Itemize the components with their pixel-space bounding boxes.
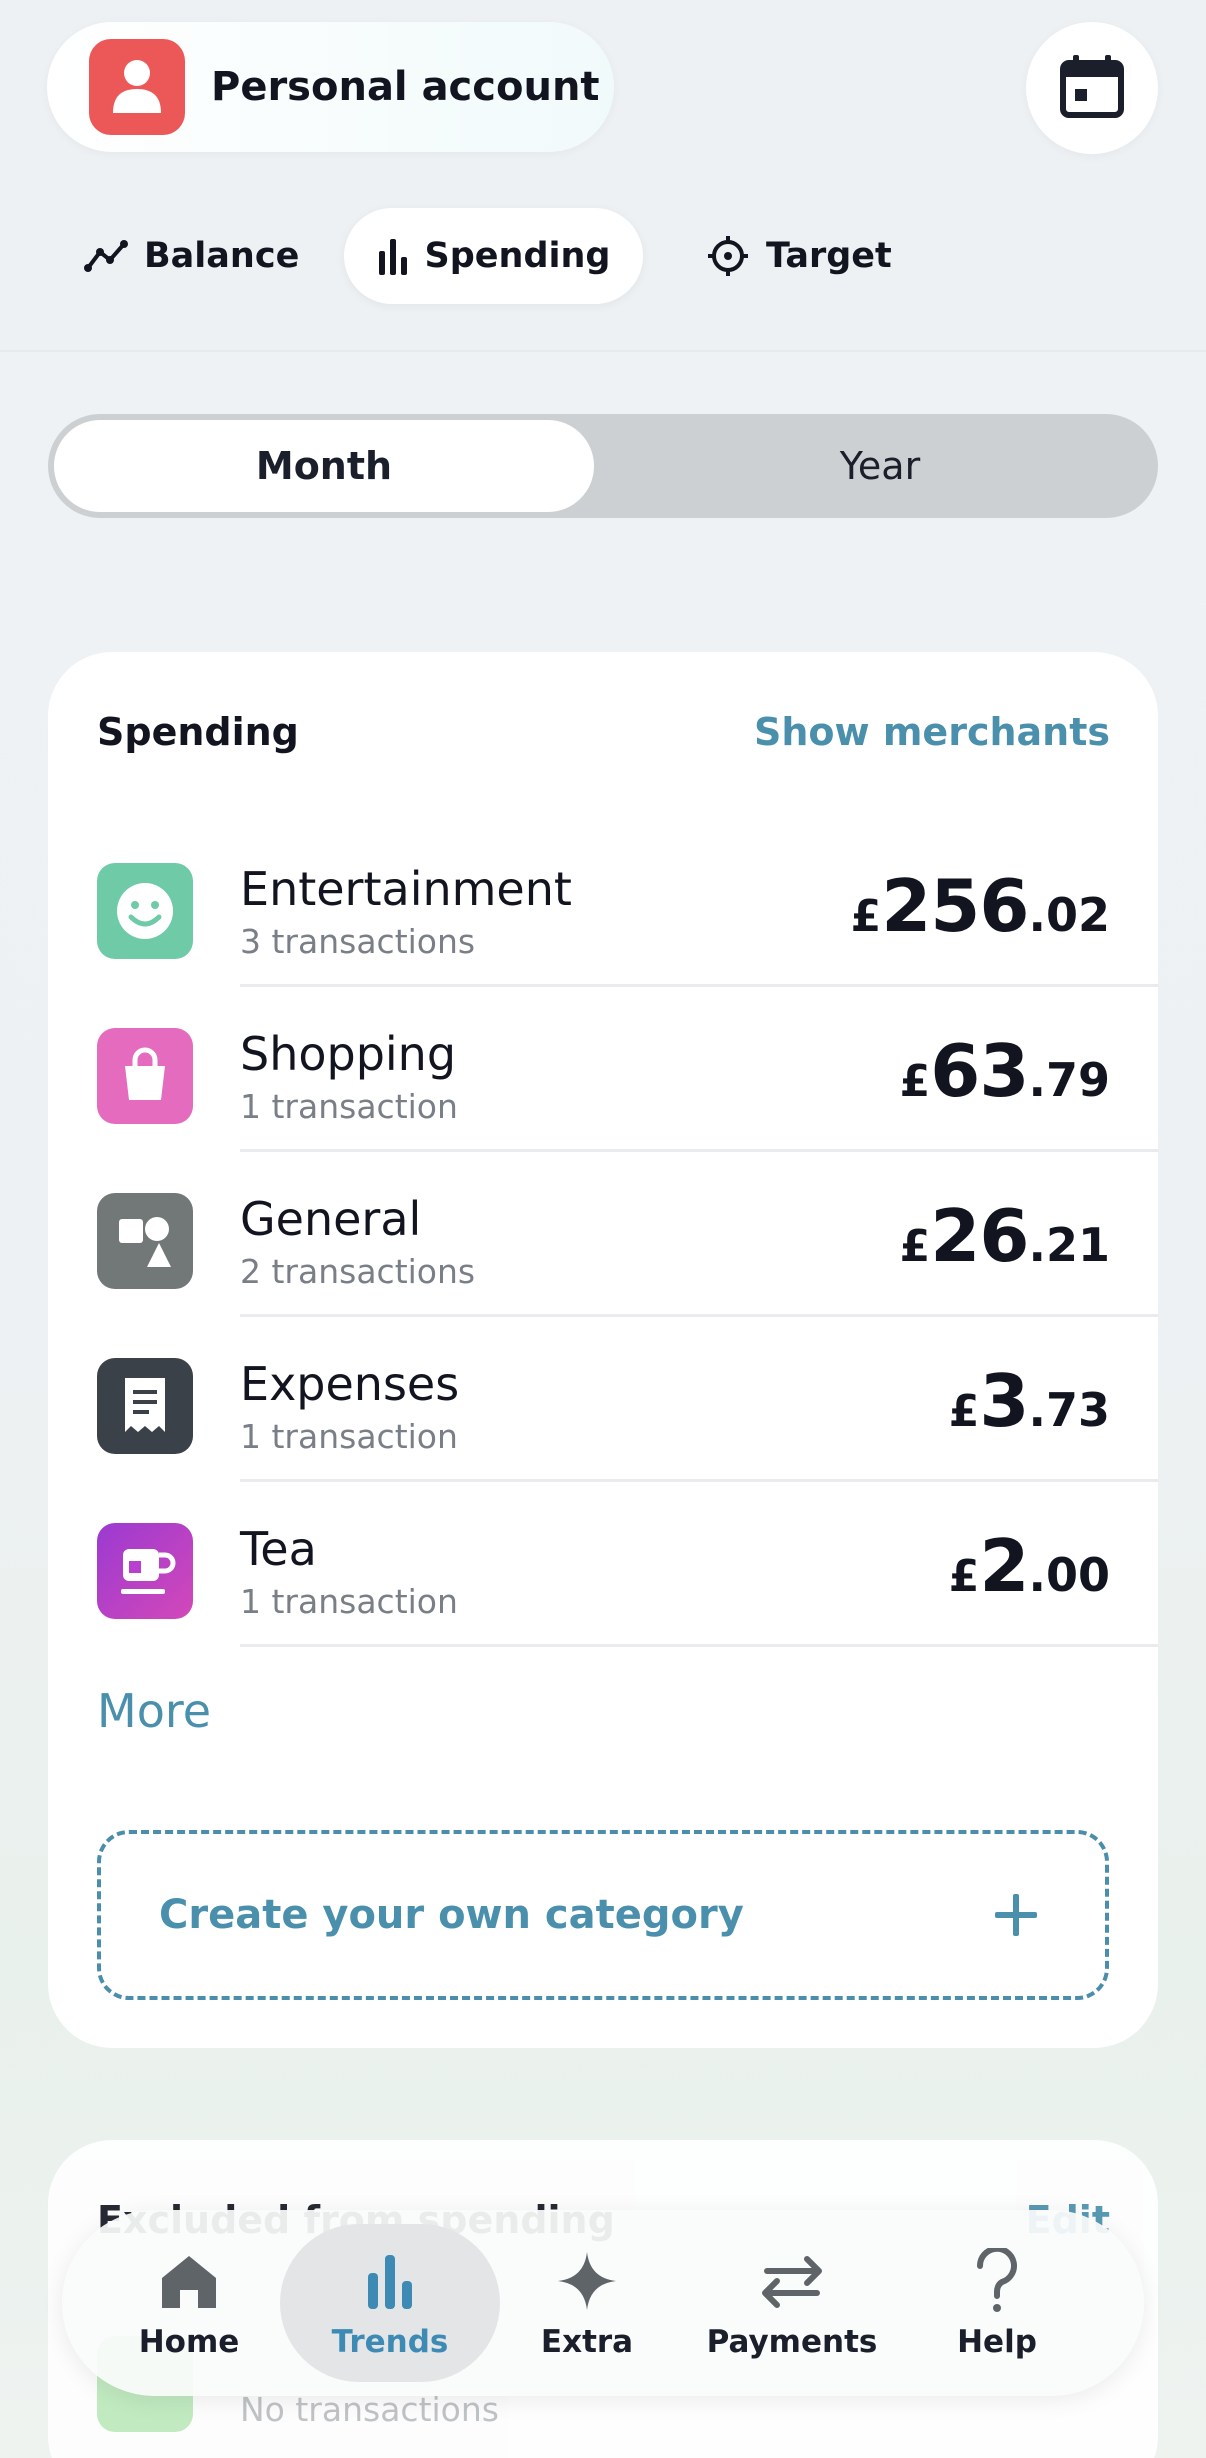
category-row-general[interactable]: General 2 transactions £26.21 [48,1152,1158,1317]
bar-chart-icon [377,237,409,275]
tab-target-label: Target [766,236,892,276]
category-name: Expenses [240,1357,460,1411]
spending-card: Spending Show merchants Entertainment 3 … [48,652,1158,2048]
amount-currency: £ [948,1551,980,1602]
category-transactions: 2 transactions [240,1252,476,1291]
trends-icon [366,2246,414,2316]
amount-decimal: .02 [1028,888,1111,942]
amount-currency: £ [899,1221,931,1272]
nav-payments-label: Payments [706,2324,878,2360]
tab-spending-label: Spending [424,236,611,276]
category-amount: £256.02 [851,864,1110,948]
create-category-button[interactable]: Create your own category [97,1830,1109,2000]
shapes-icon [97,1193,193,1289]
nav-trends-label: Trends [331,2324,449,2360]
category-amount: £63.79 [900,1029,1110,1113]
category-amount: £2.00 [949,1524,1110,1608]
target-icon [706,234,750,278]
category-transactions: 1 transaction [240,1417,458,1456]
sparkle-icon [556,2246,618,2316]
amount-integer: 2 [979,1524,1029,1608]
amount-currency: £ [850,891,882,942]
show-merchants-link[interactable]: Show merchants [754,710,1110,754]
home-icon [158,2246,220,2316]
category-transactions: 1 transaction [240,1582,458,1621]
smiley-icon [97,863,193,959]
segment-month[interactable]: Month [54,420,594,512]
tab-balance-label: Balance [144,236,300,276]
tea-cup-icon [97,1523,193,1619]
amount-integer: 3 [979,1359,1029,1443]
category-row-expenses[interactable]: Expenses 1 transaction £3.73 [48,1317,1158,1482]
bottom-navigation: Home Trends Extra Payments Help [62,2210,1144,2396]
nav-help-label: Help [957,2324,1037,2360]
question-icon [974,2246,1020,2316]
person-icon [89,39,185,135]
amount-currency: £ [948,1386,980,1437]
category-row-entertainment[interactable]: Entertainment 3 transactions £256.02 [48,822,1158,987]
amount-integer: 256 [881,864,1029,948]
category-transactions: 3 transactions [240,922,476,961]
nav-extra[interactable]: Extra [512,2210,662,2396]
line-chart-icon [84,238,128,274]
create-category-label: Create your own category [159,1892,744,1938]
category-name: Tea [240,1522,317,1576]
nav-home-label: Home [138,2324,240,2360]
calendar-button[interactable] [1026,22,1158,154]
row-divider [240,1644,1158,1647]
amount-currency: £ [899,1056,931,1107]
category-name: General [240,1192,422,1246]
amount-integer: 63 [930,1029,1029,1113]
category-transactions: 1 transaction [240,1087,458,1126]
category-amount: £3.73 [949,1359,1110,1443]
spending-title: Spending [97,710,299,754]
nav-trends[interactable]: Trends [280,2224,500,2382]
amount-decimal: .73 [1028,1383,1111,1437]
category-row-tea[interactable]: Tea 1 transaction £2.00 [48,1482,1158,1647]
calendar-icon [1059,53,1125,123]
category-name: Shopping [240,1027,457,1081]
receipt-icon [97,1358,193,1454]
more-link[interactable]: More [97,1684,211,1738]
account-switcher[interactable]: Personal account [47,22,614,152]
nav-extra-label: Extra [540,2324,634,2360]
plus-icon [993,1892,1039,1938]
tab-spending[interactable]: Spending [344,208,643,304]
tab-target[interactable]: Target [690,208,908,304]
tab-balance[interactable]: Balance [68,208,315,304]
category-row-shopping[interactable]: Shopping 1 transaction £63.79 [48,987,1158,1152]
period-segmented-control: Month Year [48,414,1158,518]
amount-integer: 26 [930,1194,1029,1278]
segment-year[interactable]: Year [608,420,1152,512]
nav-payments[interactable]: Payments [702,2210,882,2396]
category-amount: £26.21 [900,1194,1110,1278]
account-label: Personal account [211,64,600,110]
nav-help[interactable]: Help [922,2210,1072,2396]
amount-decimal: .79 [1028,1053,1111,1107]
amount-decimal: .21 [1028,1218,1111,1272]
nav-home[interactable]: Home [114,2210,264,2396]
shopping-bag-icon [97,1028,193,1124]
transfer-arrows-icon [757,2246,827,2316]
category-name: Entertainment [240,862,572,916]
amount-decimal: .00 [1028,1548,1111,1602]
